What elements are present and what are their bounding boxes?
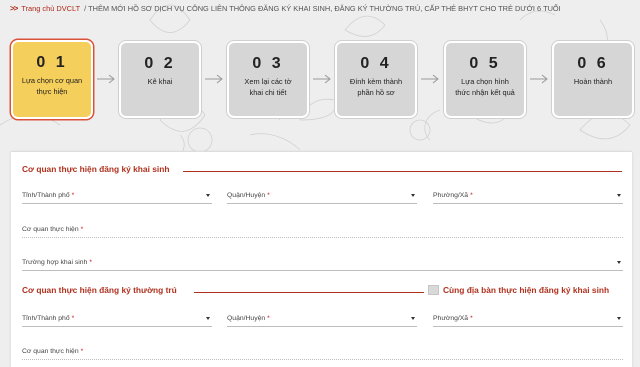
step-5[interactable]: 0 5 Lựa chọn hình thức nhận kết quả [444,41,526,118]
caret-down-icon [206,317,210,320]
step-number: 0 1 [36,54,68,71]
step-number: 0 2 [144,55,176,72]
field-label: Phường/Xã [433,315,469,322]
required-mark: * [267,192,270,199]
breadcrumb-home-link[interactable]: Trang chủ DVCLT [21,4,80,13]
required-mark: * [470,315,473,322]
step-6[interactable]: 0 6 Hoàn thành [552,41,634,118]
caret-down-icon [411,317,415,320]
step-3[interactable]: 0 3 Xem lại các tờ khai chi tiết [227,41,309,118]
step-label: Đính kèm thành phần hồ sơ [349,77,403,97]
field-label: Quận/Huyện [227,315,266,322]
step-number: 0 3 [252,55,284,72]
step-label: Kê khai [147,77,173,86]
step-label: Xem lại các tờ khai chi tiết [244,77,292,97]
step-label: Lựa chọn cơ quan thực hiện [21,76,83,96]
arrow-right-icon [421,74,439,84]
section-divider [194,292,424,293]
field-label: Tỉnh/Thành phố [22,315,70,322]
arrow-right-icon [205,74,223,84]
birth-district-select[interactable]: Quận/Huyện * [227,188,417,204]
arrow-right-icon [530,74,548,84]
checkbox-box[interactable] [428,285,439,295]
caret-down-icon [617,261,621,264]
breadcrumb-separator: / [84,4,87,13]
step-number: 0 6 [577,55,609,72]
required-mark: * [89,259,93,266]
double-chevron-right-icon: >> [10,4,18,13]
residence-agency-select[interactable]: Cơ quan thực hiện * [22,344,623,360]
section-title-birth: Cơ quan thực hiện đăng ký khai sinh [22,164,170,174]
breadcrumb-current: THÊM MỚI HỒ SƠ DỊCH VỤ CÔNG LIÊN THÔNG Đ… [88,4,561,13]
step-1[interactable]: 0 1 Lựa chọn cơ quan thực hiện [11,40,93,119]
field-label: Phường/Xã [433,192,469,199]
required-mark: * [80,348,84,355]
caret-down-icon [617,194,621,197]
birth-ward-select[interactable]: Phường/Xã * [433,188,623,204]
residence-district-select[interactable]: Quận/Huyện * [227,311,417,327]
step-4[interactable]: 0 4 Đính kèm thành phần hồ sơ [335,41,417,118]
section-divider [183,171,622,172]
required-mark: * [470,192,473,199]
arrow-right-icon [313,74,331,84]
birth-agency-select[interactable]: Cơ quan thực hiện * [22,222,623,238]
breadcrumb: >> Trang chủ DVCLT / THÊM MỚI HỒ SƠ DỊCH VỤ… [10,3,635,15]
required-mark: * [267,315,270,322]
step-number: 0 4 [360,55,392,72]
birth-case-select[interactable]: Trường hợp khai sinh * [22,255,623,271]
same-area-checkbox-label: Cùng địa bàn thực hiện đăng ký khai sinh [443,285,610,295]
residence-ward-select[interactable]: Phường/Xã * [433,311,623,327]
residence-province-select[interactable]: Tỉnh/Thành phố * [22,311,212,327]
required-mark: * [80,226,84,233]
section-title-residence: Cơ quan thực hiện đăng ký thường trú [22,285,177,295]
step-label: Lựa chọn hình thức nhận kết quả [455,77,515,97]
step-number: 0 5 [469,55,501,72]
field-label: Cơ quan thực hiện [22,348,79,355]
step-label: Hoàn thành [573,77,613,86]
field-label: Trường hợp khai sinh [22,259,88,266]
step-2[interactable]: 0 2 Kê khai [119,41,201,118]
caret-down-icon [617,317,621,320]
arrow-right-icon [97,74,115,84]
caret-down-icon [206,194,210,197]
field-label: Cơ quan thực hiện [22,226,79,233]
field-label: Tỉnh/Thành phố [22,192,70,199]
required-mark: * [71,192,75,199]
required-mark: * [71,315,75,322]
caret-down-icon [411,194,415,197]
birth-province-select[interactable]: Tỉnh/Thành phố * [22,188,212,204]
field-label: Quận/Huyện [227,192,266,199]
